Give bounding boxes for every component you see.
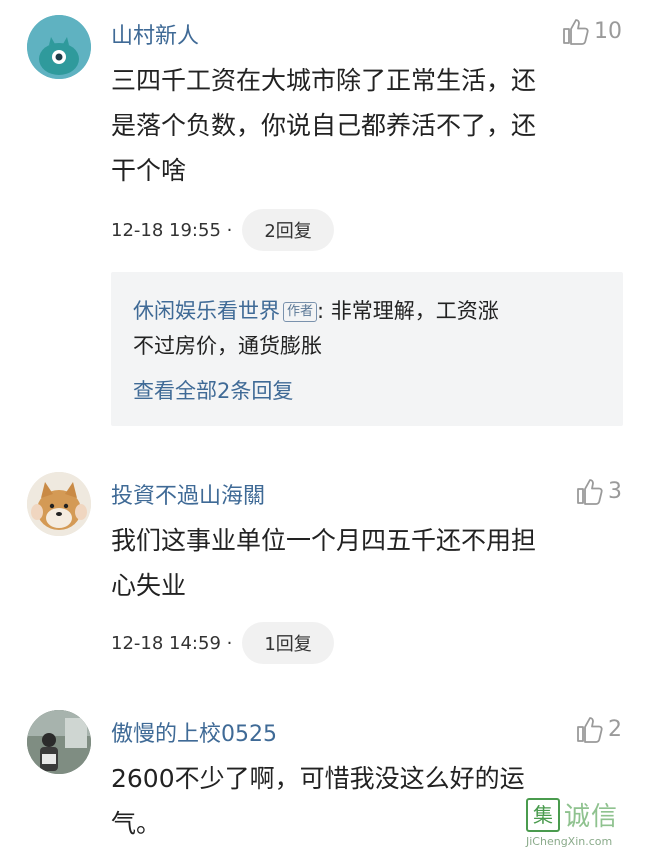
author-badge: 作者 bbox=[283, 302, 318, 322]
like-button[interactable]: 10 bbox=[560, 16, 622, 46]
like-button[interactable]: 2 bbox=[574, 714, 622, 744]
comment-text-line: 我们这事业单位一个月四五千还不用担 bbox=[111, 526, 537, 555]
reply-count-button[interactable]: 2回复 bbox=[242, 209, 334, 251]
comment-text-line: 是落个负数，你说自己都养活不了，还 bbox=[111, 111, 537, 140]
like-count: 2 bbox=[608, 716, 622, 742]
like-button[interactable]: 3 bbox=[574, 476, 622, 506]
dog-avatar-icon bbox=[27, 472, 91, 536]
sub-reply-username[interactable]: 休闲娱乐看世界 bbox=[133, 299, 280, 323]
username[interactable]: 傲慢的上校0525 bbox=[111, 716, 277, 748]
watermark-text: 诚信 bbox=[564, 802, 619, 832]
username[interactable]: 投資不過山海關 bbox=[111, 478, 265, 510]
thumbs-up-icon bbox=[577, 717, 603, 743]
watermark-top: 集 诚信 bbox=[526, 796, 644, 833]
like-count: 10 bbox=[594, 18, 622, 44]
watermark: 集 诚信 JiChengXin.com bbox=[526, 796, 644, 852]
sub-reply-box[interactable]: 休闲娱乐看世界 作者: 非常理解，工资涨 不过房价，通货膨胀 查看全部2条回复 bbox=[111, 272, 623, 426]
avatar[interactable] bbox=[27, 472, 91, 536]
avatar[interactable] bbox=[27, 710, 91, 774]
comment-text-line: 干个啥 bbox=[111, 156, 187, 185]
timestamp: 12-18 19:55 · bbox=[111, 219, 233, 241]
view-all-replies-link[interactable]: 查看全部2条回复 bbox=[133, 375, 293, 405]
username[interactable]: 山村新人 bbox=[111, 18, 199, 50]
comment-item: 山村新人 10 三四千工资在大城市除了正常生活，还 是落个负数，你说自己都养活不… bbox=[0, 0, 650, 440]
sub-reply-line: 不过房价，通货膨胀 bbox=[133, 334, 322, 358]
monster-avatar-icon bbox=[27, 15, 91, 79]
timestamp: 12-18 14:59 · bbox=[111, 632, 233, 654]
reply-count-button[interactable]: 1回复 bbox=[242, 622, 334, 664]
comment-text: 三四千工资在大城市除了正常生活，还 是落个负数，你说自己都养活不了，还 干个啥 bbox=[111, 58, 611, 193]
comment-text: 我们这事业单位一个月四五千还不用担 心失业 bbox=[111, 518, 611, 608]
sub-reply-line: 休闲娱乐看世界 作者: 非常理解，工资涨 bbox=[133, 294, 603, 329]
thumbs-up-icon bbox=[563, 19, 589, 45]
comment-meta: 12-18 14:59 · 1回复 bbox=[111, 622, 334, 664]
watermark-url: JiChengXin.com bbox=[526, 835, 613, 848]
comment-item: 投資不過山海關 3 我们这事业单位一个月四五千还不用担 心失业 12-18 14… bbox=[0, 460, 650, 680]
comment-text-line: 2600不少了啊，可惜我没这么好的运 bbox=[111, 764, 525, 793]
sub-reply-text: : 非常理解，工资涨 bbox=[317, 299, 499, 323]
like-count: 3 bbox=[608, 478, 622, 504]
comment-meta: 12-18 19:55 · 2回复 bbox=[111, 209, 334, 251]
comment-text-line: 心失业 bbox=[111, 571, 187, 600]
person-photo-avatar-icon bbox=[27, 710, 91, 774]
thumbs-up-icon bbox=[577, 479, 603, 505]
comment-text-line: 三四千工资在大城市除了正常生活，还 bbox=[111, 66, 537, 95]
watermark-logo-icon: 集 bbox=[526, 797, 560, 832]
avatar[interactable] bbox=[27, 15, 91, 79]
